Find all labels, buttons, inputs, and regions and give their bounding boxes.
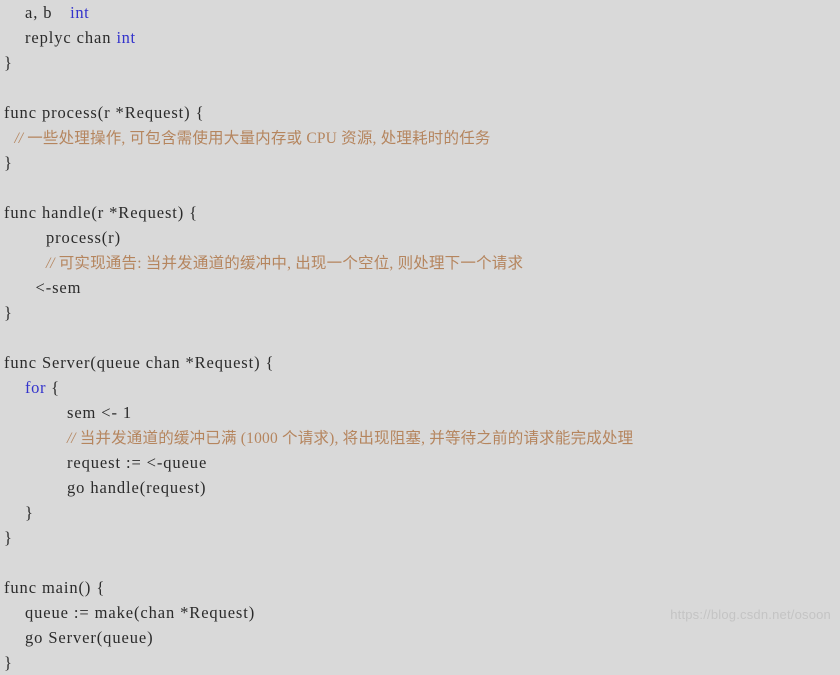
code-keyword: int <box>116 28 136 47</box>
code-text: process(r) <box>46 228 121 247</box>
code-text: request := <-queue <box>67 453 208 472</box>
code-line: // 当并发通道的缓冲已满 (1000 个请求), 将出现阻塞, 并等待之前的请… <box>0 425 840 450</box>
code-line: process(r) <box>0 225 840 250</box>
code-text: go handle(request) <box>67 478 207 497</box>
code-comment: // 当并发通道的缓冲已满 (1000 个请求), 将出现阻塞, 并等待之前的请… <box>67 430 634 447</box>
code-line: func process(r *Request) { <box>0 100 840 125</box>
comment-slashes: // <box>46 255 55 272</box>
code-text: replyc chan <box>25 28 117 47</box>
code-line: func handle(r *Request) { <box>0 200 840 225</box>
code-line: } <box>0 500 840 525</box>
code-text: } <box>4 653 13 672</box>
code-line: a, b int <box>0 0 840 25</box>
code-line: // 一些处理操作, 可包含需使用大量内存或 CPU 资源, 处理耗时的任务 <box>0 125 840 150</box>
code-text: } <box>4 528 13 547</box>
comment-slashes: // <box>67 430 76 447</box>
code-line: for { <box>0 375 840 400</box>
code-comment: // 可实现通告: 当并发通道的缓冲中, 出现一个空位, 则处理下一个请求 <box>46 255 524 272</box>
code-text: <-sem <box>35 278 82 297</box>
code-text: func process(r *Request) { <box>4 103 205 122</box>
code-line: <-sem <box>0 275 840 300</box>
code-keyword: int <box>70 3 90 22</box>
watermark-text: https://blog.csdn.net/osoon <box>670 607 831 622</box>
code-line: request := <-queue <box>0 450 840 475</box>
code-line: } <box>0 150 840 175</box>
code-keyword: for <box>25 378 47 397</box>
code-text: } <box>4 53 13 72</box>
code-line: go Server(queue) <box>0 625 840 650</box>
comment-slashes: // <box>14 130 24 147</box>
code-text: func Server(queue chan *Request) { <box>4 353 275 372</box>
code-line: func main() { <box>0 575 840 600</box>
code-line: } <box>0 300 840 325</box>
code-text: func main() { <box>4 578 106 597</box>
code-listing: a, b int replyc chan int} func process(r … <box>0 0 840 672</box>
code-text: a, b <box>25 3 53 22</box>
code-line: go handle(request) <box>0 475 840 500</box>
code-line: sem <- 1 <box>0 400 840 425</box>
code-line: } <box>0 525 840 550</box>
code-text: func handle(r *Request) { <box>4 203 198 222</box>
code-text: go Server(queue) <box>25 628 154 647</box>
code-line: func Server(queue chan *Request) { <box>0 350 840 375</box>
code-text: } <box>25 503 34 522</box>
code-text: queue := make(chan *Request) <box>25 603 256 622</box>
code-text: } <box>4 303 13 322</box>
code-line: } <box>0 50 840 75</box>
code-comment: // 一些处理操作, 可包含需使用大量内存或 CPU 资源, 处理耗时的任务 <box>14 130 491 147</box>
code-line: } <box>0 650 840 675</box>
code-text: { <box>46 378 60 397</box>
code-text: } <box>4 153 13 172</box>
code-gap <box>52 3 70 22</box>
code-text: sem <- 1 <box>67 403 133 422</box>
code-line: // 可实现通告: 当并发通道的缓冲中, 出现一个空位, 则处理下一个请求 <box>0 250 840 275</box>
code-line: replyc chan int <box>0 25 840 50</box>
